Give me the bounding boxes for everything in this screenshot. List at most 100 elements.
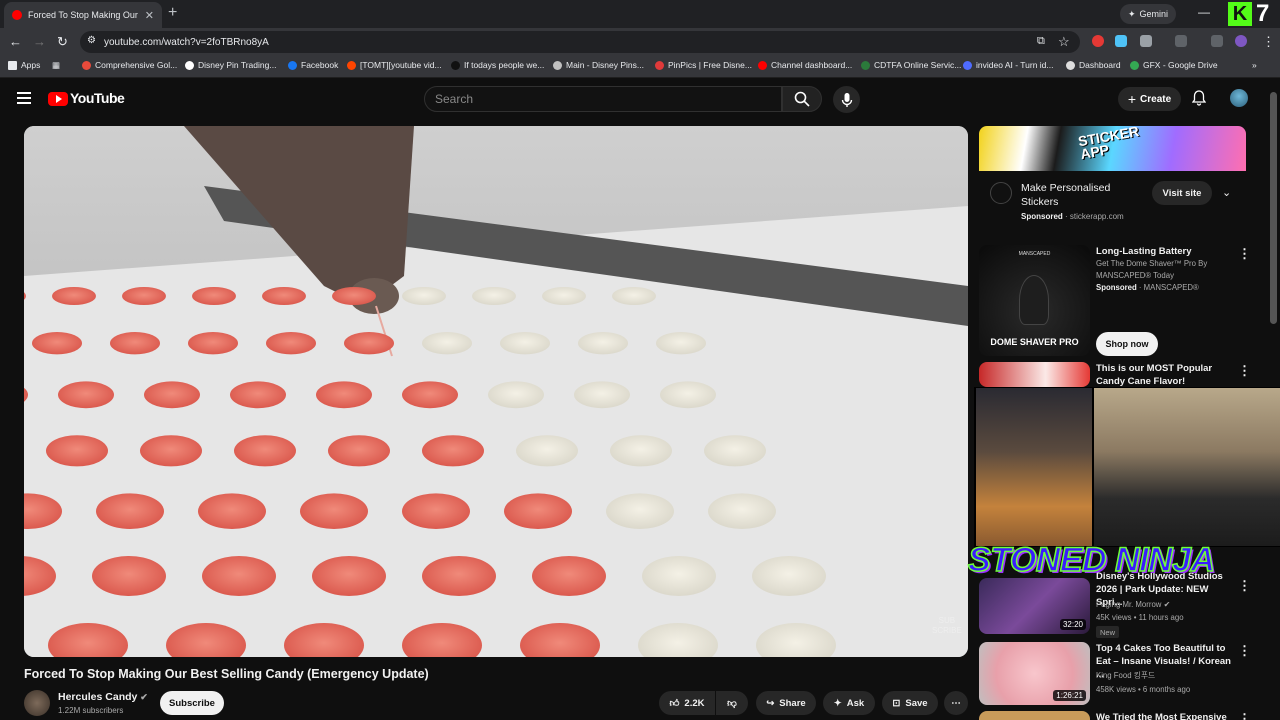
install-icon[interactable]: ⧉ xyxy=(1037,35,1045,48)
save-button[interactable]: ⊡ Save xyxy=(882,691,938,715)
bookmark-item[interactable]: Facebook xyxy=(288,60,338,70)
dislike-button[interactable]: 👎︎ xyxy=(716,691,748,715)
bookmark-item[interactable]: PinPics | Free Disne... xyxy=(655,60,752,70)
candy-drop xyxy=(488,381,544,409)
bookmark-item[interactable]: Dashboard xyxy=(1066,60,1121,70)
bookmark-item[interactable]: GFX - Google Drive xyxy=(1130,60,1218,70)
like-button[interactable]: 👍︎ 2.2K xyxy=(659,691,715,715)
subscriber-count: 1.22M subscribers xyxy=(58,706,124,715)
sidebar-channel[interactable]: King Food 킹푸드 xyxy=(1096,670,1155,682)
channel-avatar[interactable] xyxy=(24,690,50,716)
share-button[interactable]: ↪ Share xyxy=(756,691,816,715)
bookmark-item[interactable]: If todays people we... xyxy=(451,60,544,70)
bookmark-label: CDTFA Online Servic... xyxy=(874,60,962,70)
menu-icon[interactable] xyxy=(17,92,31,104)
bookmark-item[interactable]: [TOMT][youtube vid... xyxy=(347,60,442,70)
candy-drop xyxy=(704,435,766,467)
bookmark-grid[interactable]: ▦ xyxy=(52,60,60,71)
side-panel-icon[interactable] xyxy=(1175,35,1187,47)
extension-blue-icon[interactable] xyxy=(1115,35,1127,47)
more-vert-icon[interactable]: ⋮ xyxy=(1238,643,1251,659)
sidebar-thumbnail[interactable]: 32:20 xyxy=(979,578,1090,634)
profile-icon[interactable] xyxy=(1235,35,1247,47)
duration-badge: 1:26:21 xyxy=(1053,690,1086,701)
media-icon[interactable] xyxy=(1211,35,1223,47)
more-actions-button[interactable]: ⋯ xyxy=(944,691,968,715)
bookmark-item[interactable]: invideo AI - Turn id... xyxy=(963,60,1053,70)
candy-drop xyxy=(402,287,446,305)
close-tab-icon[interactable]: ✕ xyxy=(145,9,154,22)
bookmarks-overflow-icon[interactable]: » xyxy=(1252,60,1257,70)
shop-now-button[interactable]: Shop now xyxy=(1096,332,1158,356)
extensions-puzzle-icon[interactable] xyxy=(1140,35,1152,47)
candy-drop xyxy=(328,435,390,467)
bookmark-item[interactable]: Channel dashboard... xyxy=(758,60,852,70)
subscribe-watermark[interactable]: SUB SCRIBE xyxy=(932,616,962,636)
extension-red-icon[interactable] xyxy=(1092,35,1104,47)
visit-site-button[interactable]: Visit site xyxy=(1152,181,1212,205)
corner-number: 7 xyxy=(1256,0,1270,27)
more-menu-icon[interactable]: ⋮ xyxy=(1262,34,1275,50)
candy-drop xyxy=(92,556,166,596)
youtube-logo-icon[interactable] xyxy=(48,92,68,106)
gemini-button[interactable]: ✦ Gemini xyxy=(1120,4,1176,24)
search-icon xyxy=(794,91,810,107)
ad-banner-image[interactable]: STICKER APP xyxy=(979,126,1246,171)
new-tab-icon[interactable]: + xyxy=(168,4,177,22)
page-scrollbar[interactable] xyxy=(1270,92,1277,324)
advertiser-logo[interactable] xyxy=(990,182,1012,204)
sidebar-thumbnail[interactable]: 1:26:21 xyxy=(979,642,1090,705)
ad-title[interactable]: Make Personalised Stickers xyxy=(1021,181,1149,209)
more-vert-icon[interactable]: ⋮ xyxy=(1238,578,1251,594)
bookmark-item[interactable]: Comprehensive Gol... xyxy=(82,60,177,70)
site-info-icon[interactable]: ⚙ xyxy=(87,35,96,46)
chevron-down-icon[interactable]: ⌄ xyxy=(1222,186,1231,199)
shaver-image xyxy=(1019,275,1049,325)
thumbs-down-icon: 👎︎ xyxy=(727,698,737,709)
user-avatar[interactable] xyxy=(1230,89,1248,107)
more-vert-icon[interactable]: ⋮ xyxy=(1238,711,1251,720)
subscribe-button[interactable]: Subscribe xyxy=(160,691,224,715)
sidebar-video-title[interactable]: This is our MOST Popular Candy Cane Flav… xyxy=(1096,362,1228,388)
notifications-bell-icon[interactable] xyxy=(1191,90,1207,109)
candy-drop xyxy=(610,435,672,467)
voice-search-button[interactable] xyxy=(833,86,860,113)
sponsored-thumbnail[interactable]: MANSCAPED DOME SHAVER PRO xyxy=(979,245,1090,356)
sidebar-video-title[interactable]: Long-Lasting Battery xyxy=(1096,245,1234,258)
bookmark-apps[interactable]: Apps xyxy=(8,60,40,70)
back-icon[interactable]: ← xyxy=(9,34,22,49)
video-player[interactable] xyxy=(24,126,968,657)
url-input[interactable]: youtube.com/watch?v=2foTBRno8yA xyxy=(80,31,1080,53)
bookmark-item[interactable]: Disney Pin Trading... xyxy=(185,60,276,70)
candy-drop xyxy=(110,332,160,355)
search-button[interactable] xyxy=(782,86,822,112)
candy-drop xyxy=(122,287,166,305)
more-vert-icon[interactable]: ⋮ xyxy=(1238,363,1251,379)
bookmark-item[interactable]: Main - Disney Pins... xyxy=(553,60,644,70)
bookmark-item[interactable]: CDTFA Online Servic... xyxy=(861,60,961,70)
bookmark-star-icon[interactable]: ☆ xyxy=(1058,34,1070,50)
candy-drop xyxy=(198,493,266,529)
sidebar-channel[interactable]: Paging Mr. Morrow ✔ xyxy=(1096,599,1170,611)
sidebar-video-title[interactable]: We Tried the Most Expensive xyxy=(1096,711,1236,720)
browser-tab-bar xyxy=(0,0,1280,28)
channel-name[interactable]: Hercules Candy ✔ xyxy=(58,691,148,703)
forward-icon[interactable]: → xyxy=(33,34,46,49)
sidebar-thumbnail[interactable] xyxy=(979,362,1090,387)
reload-icon[interactable]: ↻ xyxy=(57,34,68,50)
bookmark-favicon-icon xyxy=(288,60,297,70)
more-horizontal-icon: ⋯ xyxy=(951,697,961,709)
share-icon: ↪ xyxy=(766,697,775,709)
youtube-brand[interactable]: YouTube xyxy=(70,90,125,106)
more-vert-icon[interactable]: ⋮ xyxy=(1238,246,1251,262)
candy-drop xyxy=(58,381,114,409)
create-button[interactable]: + Create xyxy=(1118,87,1181,111)
candy-drop xyxy=(300,493,368,529)
bookmark-favicon-icon xyxy=(963,60,972,70)
search-input[interactable]: Search xyxy=(424,86,782,112)
sidebar-thumbnail[interactable] xyxy=(979,711,1090,720)
ask-button[interactable]: ✦ Ask xyxy=(823,691,875,715)
browser-tab-active[interactable]: Forced To Stop Making Our ✕ xyxy=(4,2,162,28)
bookmark-favicon-icon xyxy=(82,60,91,70)
minimize-icon[interactable]: — xyxy=(1198,5,1210,19)
